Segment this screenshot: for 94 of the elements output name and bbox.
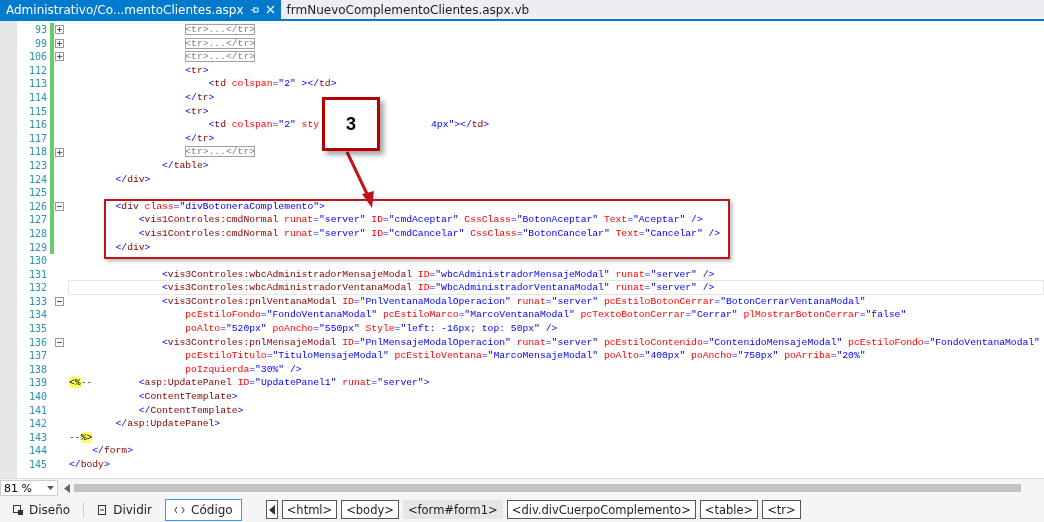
view-tab[interactable]: Dividir bbox=[88, 498, 162, 521]
code-fragment: 4px"></td> bbox=[431, 118, 490, 132]
code-line: <td colspan="2" sty bbox=[207, 118, 320, 132]
code-line: </body> bbox=[69, 458, 110, 472]
code-line: <tr>...</tr> bbox=[184, 145, 256, 159]
code-line: <tr> bbox=[184, 63, 209, 78]
code-line: <td colspan="2" ></td> bbox=[207, 77, 337, 91]
code-line: pcEstiloFondo="FondoVentanaModal" pcEstiloMarco="MarcoVentanaModal" pcTextoBotonCerrar="Cerrar" plMostrarBotonCerrar="false" bbox=[184, 308, 907, 323]
code-line: </div> bbox=[114, 240, 151, 255]
expand-icon[interactable] bbox=[54, 52, 64, 62]
line-number: 117 bbox=[27, 131, 47, 146]
code-line: <vis3Controles:pnlVentanaModal ID="PnlVentanaModalOperacion" runat="server" pcEstiloBotonCerrar="BotonCerrarVentanaModal" bbox=[161, 294, 866, 309]
caret-icon bbox=[47, 486, 54, 490]
line-number: 106 bbox=[27, 50, 47, 64]
line-number: 142 bbox=[27, 417, 47, 431]
code-line: <vis3Controles:wbcAdministradorMensajeModal ID="wbcAdministradorMensajeModal" runat="server" /> bbox=[161, 267, 715, 282]
line-number: 129 bbox=[27, 240, 47, 255]
code-line: <tr>...</tr> bbox=[184, 50, 256, 64]
expand-icon[interactable] bbox=[54, 38, 64, 48]
code-line: </form> bbox=[91, 444, 133, 458]
view-tab[interactable]: Código bbox=[165, 498, 242, 521]
code-line: </asp:UpdatePanel> bbox=[114, 417, 221, 431]
code-line: <tr> bbox=[184, 104, 209, 119]
code-line: </ContentTemplate> bbox=[137, 403, 244, 418]
split-view-icon bbox=[97, 504, 108, 515]
file-tab[interactable]: frmNuevoComplementoClientes.aspx.vb bbox=[280, 0, 536, 19]
line-number: 125 bbox=[27, 186, 47, 200]
line-number: 99 bbox=[33, 36, 47, 51]
line-number: 123 bbox=[27, 158, 47, 173]
code-line: <ContentTemplate> bbox=[137, 390, 238, 404]
collapse-icon[interactable] bbox=[54, 297, 64, 307]
line-number: 112 bbox=[27, 63, 47, 78]
line-number: 132 bbox=[27, 281, 47, 295]
breadcrumb[interactable]: <table> bbox=[699, 500, 759, 519]
line-number: 127 bbox=[27, 213, 47, 227]
code-line: <vis1Controles:cmdNormal runat="server" ID="cmdAceptar" CssClass="BotonAceptar" Text="Aceptar" /> bbox=[137, 213, 703, 227]
expand-icon[interactable] bbox=[54, 147, 64, 157]
line-number: 115 bbox=[27, 104, 47, 119]
left-arrow-icon[interactable] bbox=[64, 483, 70, 493]
line-number: 143 bbox=[27, 430, 47, 445]
line-number: 124 bbox=[27, 172, 47, 187]
line-number: 141 bbox=[27, 403, 47, 418]
line-number: 137 bbox=[27, 349, 47, 363]
zoom-dropdown[interactable]: 81 % bbox=[0, 480, 58, 496]
code-line: poIzquierda="30%" /> bbox=[184, 362, 302, 377]
scroll-left-button[interactable] bbox=[265, 500, 278, 519]
callout-number: 3 bbox=[322, 97, 380, 151]
line-number: 135 bbox=[27, 322, 47, 336]
line-number: 130 bbox=[27, 254, 47, 268]
line-number: 145 bbox=[27, 458, 47, 472]
expand-icon[interactable] bbox=[54, 25, 64, 35]
code-line: <vis3Controles:pnlMensajeModal ID="PnlMensajeModalOperacion" runat="server" pcEstiloContenido="ContenidoMensajeModal" pcEstiloFondo="FondoVentanaModal" bbox=[161, 335, 1040, 350]
close-icon[interactable] bbox=[265, 5, 275, 14]
file-tab[interactable]: Administrativo/Co...mentoClientes.aspx bbox=[0, 0, 281, 19]
line-number: 140 bbox=[27, 390, 47, 404]
code-line: poAlto="520px" poAncho="550px" Style="left: -16px; top: 50px" /> bbox=[184, 322, 558, 336]
line-number: 114 bbox=[27, 90, 47, 105]
line-number: 134 bbox=[27, 308, 47, 323]
code-line: </tr> bbox=[184, 131, 215, 146]
code-line: </tr> bbox=[184, 90, 215, 105]
line-number: 131 bbox=[27, 267, 47, 282]
horizontal-scrollbar[interactable] bbox=[64, 482, 1021, 494]
collapse-icon[interactable] bbox=[54, 202, 64, 211]
view-tab[interactable]: Diseño bbox=[4, 498, 80, 521]
code-line: <tr>...</tr> bbox=[184, 36, 256, 51]
code-line: <vis1Controles:cmdNormal runat="server" ID="cmdCancelar" CssClass="BotonCancelar" Text="Cancelar" /> bbox=[137, 226, 721, 241]
collapse-icon[interactable] bbox=[54, 337, 64, 347]
line-number: 116 bbox=[27, 118, 47, 132]
code-line: pcEstiloTitulo="TituloMensajeModal" pcEstiloVentana="MarcoMensajeModal" poAlto="400px" poAncho="750px" poArriba="20%" bbox=[184, 349, 866, 363]
breadcrumb[interactable]: <body> bbox=[341, 500, 399, 519]
left-arrow-icon bbox=[268, 504, 275, 515]
line-number: 93 bbox=[33, 23, 47, 37]
arrow bbox=[345, 151, 377, 209]
breadcrumb[interactable]: <html> bbox=[281, 500, 338, 519]
line-number: 133 bbox=[27, 294, 47, 309]
code-line: <tr>...</tr> bbox=[184, 23, 256, 37]
line-number: 144 bbox=[27, 444, 47, 458]
breadcrumb[interactable]: <form#form1> bbox=[402, 500, 503, 519]
breadcrumb[interactable]: <tr> bbox=[762, 500, 801, 519]
line-number: 118 bbox=[27, 145, 47, 159]
breadcrumb[interactable]: <div.divCuerpoComplemento> bbox=[506, 500, 696, 519]
line-number: 128 bbox=[27, 226, 47, 241]
line-number: 138 bbox=[27, 362, 47, 377]
line-number: 136 bbox=[27, 335, 47, 350]
code-line: </div> bbox=[114, 172, 151, 187]
pin-icon[interactable] bbox=[249, 4, 260, 15]
line-number: 139 bbox=[27, 376, 47, 391]
design-icon bbox=[13, 504, 23, 515]
line-number: 113 bbox=[27, 77, 47, 91]
code-line: </table> bbox=[161, 158, 209, 173]
code-line: <div class="divBotoneraComplemento"> bbox=[114, 199, 325, 214]
code-line: <vis3Controles:wbcAdministradorVentanaModal ID="WbcAdministradorVentanaModal" runat="server" /> bbox=[161, 281, 715, 295]
code-icon bbox=[174, 505, 186, 514]
line-number: 126 bbox=[27, 199, 47, 214]
